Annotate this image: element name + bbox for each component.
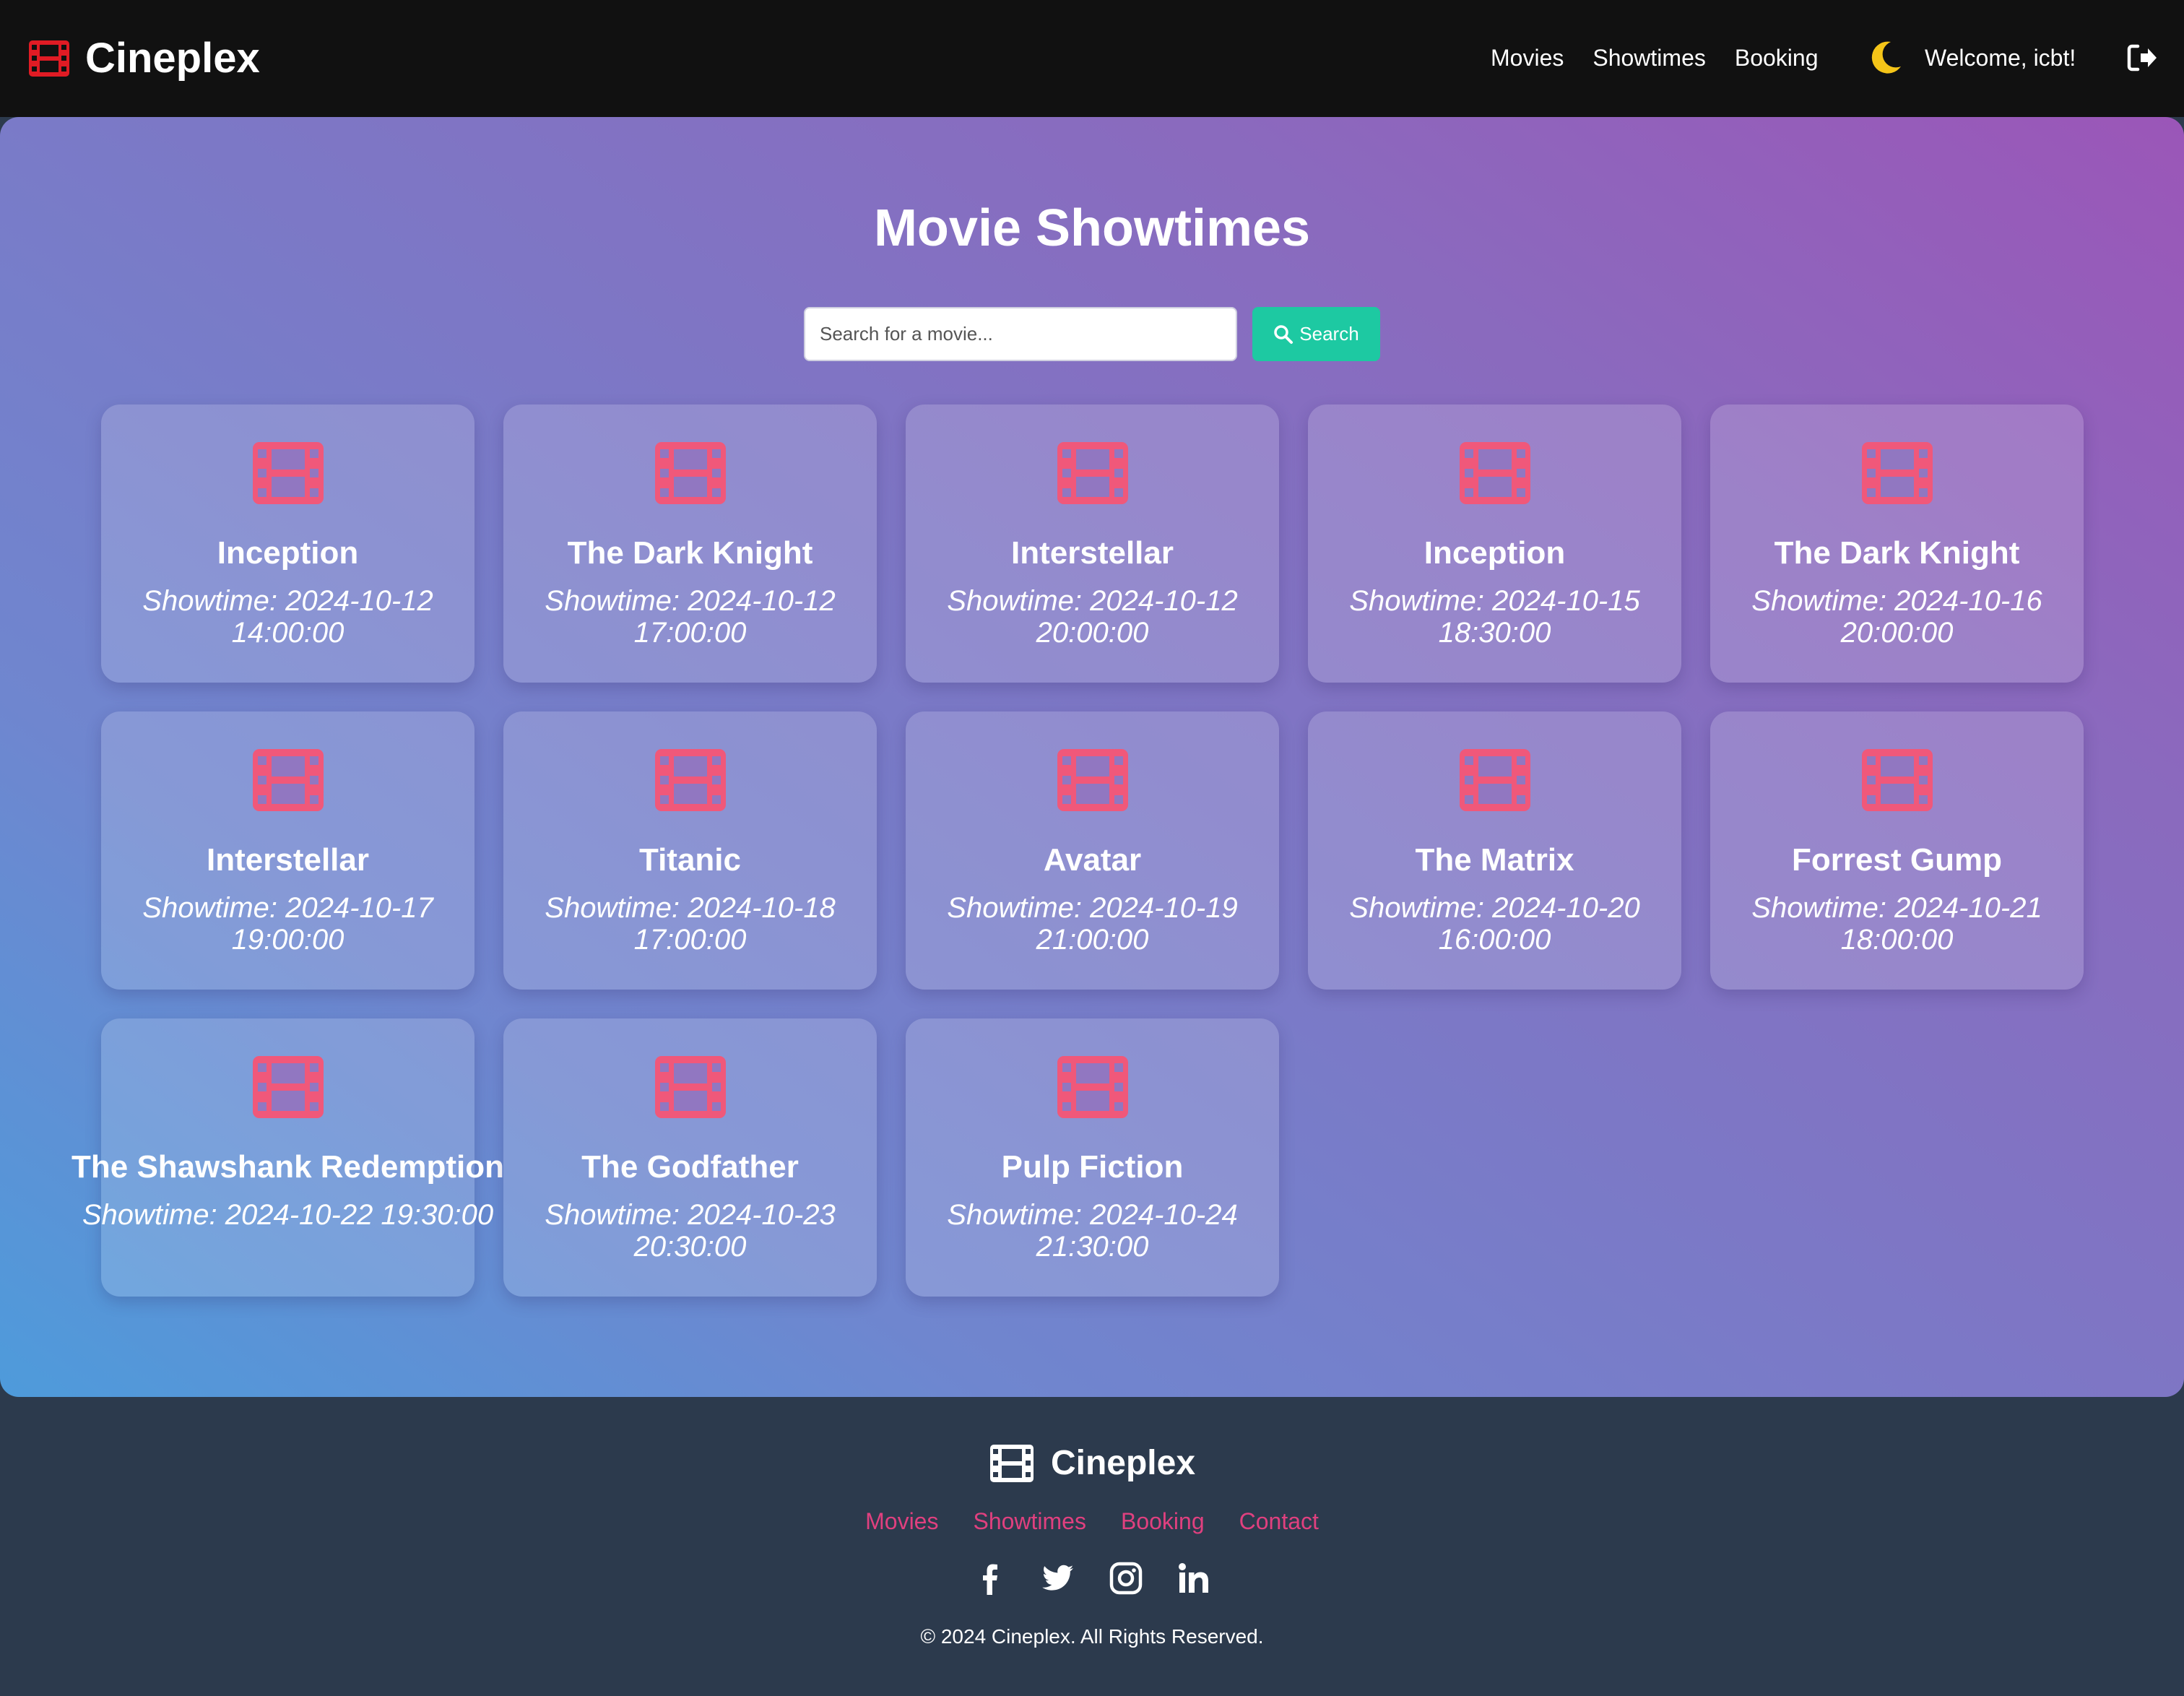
movie-title: The Dark Knight [567, 535, 813, 571]
footer-links: Movies Showtimes Booking Contact [0, 1507, 2184, 1536]
movie-title: The Godfather [581, 1149, 799, 1185]
movie-showtime: Showtime: 2024-10-23 20:30:00 [545, 1199, 836, 1263]
movie-card[interactable]: Interstellar Showtime: 2024-10-12 20:00:0… [906, 404, 1279, 683]
film-icon [1056, 441, 1130, 506]
film-icon [1458, 748, 1532, 813]
footer-link-booking[interactable]: Booking [1121, 1507, 1205, 1536]
movie-card[interactable]: Forrest Gump Showtime: 2024-10-21 18:00:0… [1710, 711, 2084, 990]
film-icon-graphic [253, 749, 324, 811]
film-icon-graphic [655, 1056, 726, 1118]
movie-showtime: Showtime: 2024-10-24 21:30:00 [947, 1199, 1238, 1263]
movie-title: Interstellar [1011, 535, 1174, 571]
film-icon [1056, 748, 1130, 813]
footer-link-showtimes[interactable]: Showtimes [973, 1507, 1086, 1536]
main-nav: Movies Showtimes Booking [1491, 42, 1847, 74]
movie-showtime: Showtime: 2024-10-12 20:00:00 [947, 585, 1238, 649]
film-icon [29, 40, 69, 77]
footer-link-movies[interactable]: Movies [865, 1507, 938, 1536]
film-icon-graphic [1862, 442, 1933, 504]
footer: Cineplex Movies Showtimes Booking Contac… [0, 1397, 2184, 1696]
movie-title: Avatar [1043, 842, 1142, 878]
film-icon-graphic [1057, 442, 1128, 504]
movie-title: The Matrix [1415, 842, 1574, 878]
movie-showtime: Showtime: 2024-10-15 18:30:00 [1349, 585, 1640, 649]
movie-title: Titanic [638, 842, 741, 878]
film-icon-graphic [1460, 749, 1530, 811]
film-icon-graphic [1057, 749, 1128, 811]
copyright-text: © 2024 Cineplex. All Rights Reserved. [920, 1625, 1264, 1648]
film-icon-graphic [1460, 442, 1530, 504]
movie-card[interactable]: Inception Showtime: 2024-10-15 18:30:00 [1308, 404, 1681, 683]
movie-card[interactable]: Titanic Showtime: 2024-10-18 17:00:00 [503, 711, 877, 990]
movie-title: Interstellar [207, 842, 369, 878]
movie-card[interactable]: The Godfather Showtime: 2024-10-23 20:30:… [503, 1018, 877, 1297]
moon-icon[interactable] [1866, 38, 1905, 77]
search-button-label: Search [1299, 323, 1359, 345]
film-icon [251, 441, 325, 506]
movie-card[interactable]: Inception Showtime: 2024-10-12 14:00:00 [101, 404, 474, 683]
logout-icon[interactable] [2126, 42, 2158, 74]
twitter-icon[interactable] [1040, 1560, 1076, 1596]
film-icon [1056, 1055, 1130, 1120]
showtimes-section: Movie Showtimes Search Inception Showtime… [0, 117, 2184, 1397]
movie-title: Inception [1424, 535, 1566, 571]
movie-showtime: Showtime: 2024-10-20 16:00:00 [1349, 892, 1640, 956]
movie-card[interactable]: The Shawshank Redemption Showtime: 2024-1… [72, 1018, 504, 1297]
movie-card[interactable]: The Dark Knight Showtime: 2024-10-16 20:0… [1710, 404, 2084, 683]
movie-card[interactable]: Interstellar Showtime: 2024-10-17 19:00:0… [101, 711, 474, 990]
movie-showtime: Showtime: 2024-10-19 21:00:00 [947, 892, 1238, 956]
brand-name: Cineplex [85, 35, 260, 82]
nav-link-booking[interactable]: Booking [1735, 42, 1819, 74]
movie-title: The Shawshank Redemption [72, 1149, 504, 1185]
nav-link-showtimes[interactable]: Showtimes [1592, 42, 1706, 74]
footer-brand-name: Cineplex [1050, 1444, 1196, 1482]
film-icon-graphic [1057, 1056, 1128, 1118]
film-icon-graphic [655, 442, 726, 504]
movie-title: Inception [217, 535, 359, 571]
movie-showtime: Showtime: 2024-10-17 19:00:00 [142, 892, 433, 956]
film-icon-graphic [1862, 749, 1933, 811]
movie-showtime: Showtime: 2024-10-18 17:00:00 [545, 892, 836, 956]
movie-card[interactable]: The Matrix Showtime: 2024-10-20 16:00:00 [1308, 711, 1681, 990]
search-button[interactable]: Search [1252, 307, 1380, 361]
film-icon-graphic [253, 442, 324, 504]
footer-link-contact[interactable]: Contact [1239, 1507, 1319, 1536]
search-input[interactable] [804, 307, 1237, 361]
footer-brand: Cineplex [0, 1442, 2184, 1485]
movie-showtime: Showtime: 2024-10-12 17:00:00 [545, 585, 836, 649]
movie-title: Pulp Fiction [1001, 1149, 1184, 1185]
film-icon [1860, 748, 1934, 813]
movie-title: The Dark Knight [1774, 535, 2020, 571]
facebook-icon[interactable] [972, 1560, 1008, 1596]
movie-grid: Inception Showtime: 2024-10-12 14:00:00 Th… [72, 404, 2084, 1297]
movie-showtime: Showtime: 2024-10-12 14:00:00 [142, 585, 433, 649]
welcome-text: Welcome, icbt! [1925, 45, 2076, 71]
top-navbar: Cineplex Movies Showtimes Booking Welcom… [0, 0, 2184, 117]
film-icon [989, 1445, 1034, 1482]
film-icon [1458, 441, 1532, 506]
movie-showtime: Showtime: 2024-10-22 19:30:00 [82, 1199, 494, 1231]
brand-logo-link[interactable]: Cineplex [27, 36, 260, 81]
search-icon [1274, 324, 1294, 344]
nav-link-movies[interactable]: Movies [1491, 42, 1564, 74]
page-title: Movie Showtimes [873, 199, 1311, 257]
film-icon [654, 441, 727, 506]
instagram-icon[interactable] [1108, 1560, 1144, 1596]
movie-showtime: Showtime: 2024-10-21 18:00:00 [1751, 892, 2042, 956]
film-icon [251, 1055, 325, 1120]
movie-card[interactable]: Avatar Showtime: 2024-10-19 21:00:00 [906, 711, 1279, 990]
film-icon [654, 748, 727, 813]
film-icon [654, 1055, 727, 1120]
linkedin-icon[interactable] [1176, 1560, 1212, 1596]
film-icon-graphic [253, 1056, 324, 1118]
movie-card[interactable]: The Dark Knight Showtime: 2024-10-12 17:0… [503, 404, 877, 683]
film-icon [251, 748, 325, 813]
movie-showtime: Showtime: 2024-10-16 20:00:00 [1751, 585, 2042, 649]
film-icon-graphic [655, 749, 726, 811]
film-icon [1860, 441, 1934, 506]
social-links [0, 1560, 2184, 1596]
movie-card[interactable]: Pulp Fiction Showtime: 2024-10-24 21:30:0… [906, 1018, 1279, 1297]
movie-title: Forrest Gump [1792, 842, 2002, 878]
